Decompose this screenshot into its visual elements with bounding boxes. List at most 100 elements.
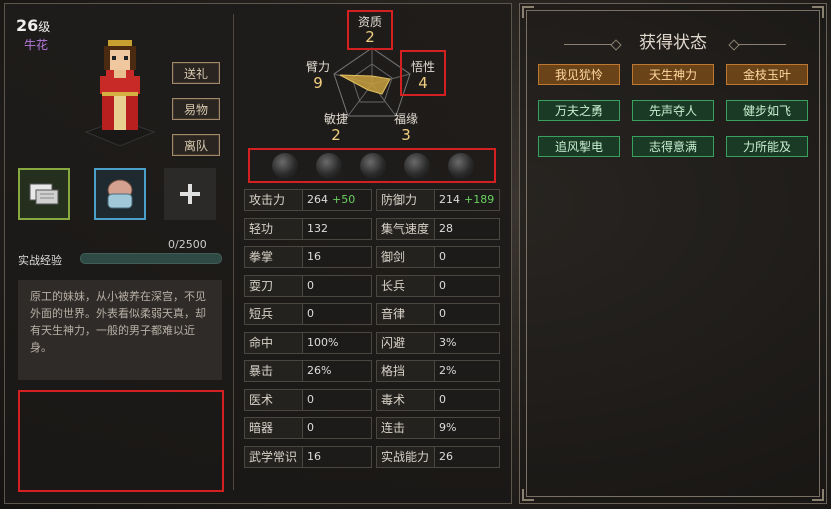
status-tag[interactable]: 力所能及 (726, 136, 808, 157)
empty-highlight-box (18, 390, 224, 492)
stat-row: 武学常识 16 (244, 445, 372, 468)
stat-label: 毒术 (377, 389, 435, 410)
stat-row: 实战能力 26 (376, 445, 500, 468)
attr-value-fuyuan: 3 (401, 126, 411, 144)
stat-number: 0 (307, 421, 314, 434)
stat-value: 3% (439, 333, 456, 353)
stat-value: 0 (439, 276, 446, 296)
stat-row: 长兵 0 (376, 274, 500, 297)
stat-value: 26% (307, 361, 331, 381)
stat-number: 0 (439, 250, 446, 263)
stat-number: 132 (307, 221, 328, 235)
trade-button[interactable]: 易物 (172, 98, 220, 120)
stat-label: 医术 (245, 389, 303, 410)
stat-label: 短兵 (245, 304, 303, 324)
stat-value: 2% (439, 361, 456, 381)
stat-row: 命中 100% (244, 331, 372, 354)
stat-number: 26% (307, 364, 332, 377)
stat-label: 暴击 (245, 361, 303, 381)
stat-label: 音律 (377, 304, 435, 324)
stat-number: 26 (439, 449, 453, 463)
attr-value-minjie: 2 (331, 126, 341, 144)
stat-value: 0 (307, 304, 314, 324)
stat-number: 9% (439, 421, 457, 434)
level-number: 26 (16, 16, 39, 35)
status-tag[interactable]: 志得意满 (632, 136, 714, 157)
stat-number: 3% (439, 335, 457, 349)
stat-label: 攻击力 (245, 190, 303, 210)
stat-label: 闪避 (377, 332, 435, 353)
plus-icon (180, 184, 200, 204)
equipment-slot-1[interactable] (18, 168, 70, 220)
status-tag[interactable]: 健步如飞 (726, 100, 808, 121)
attr-label-liliang: 臂力 (305, 60, 330, 74)
attr-label-minjie: 敏捷 (323, 112, 348, 126)
corner-ornament (522, 489, 534, 501)
stat-row: 集气速度 28 (376, 217, 500, 240)
status-tag[interactable]: 追风掣电 (538, 136, 620, 157)
stat-value: 100% (307, 333, 338, 353)
equipment-slot-2[interactable] (94, 168, 146, 220)
stat-label: 格挡 (377, 361, 435, 381)
stat-row: 连击 9% (376, 417, 500, 439)
stat-label: 耍刀 (245, 275, 303, 296)
stat-value: 264 +50 (307, 190, 355, 210)
stat-number: 16 (307, 250, 321, 263)
stat-number: 0 (439, 278, 446, 292)
stat-row: 拳掌 16 (244, 246, 372, 268)
stat-row: 御剑 0 (376, 246, 500, 268)
stat-row: 暴击 26% (244, 360, 372, 382)
stat-value: 16 (307, 447, 321, 467)
orb-slot-1[interactable] (269, 153, 301, 181)
stat-value: 0 (307, 390, 314, 410)
exp-count: 0/2500 (168, 238, 207, 251)
stat-number: 264 (307, 193, 328, 206)
gift-button[interactable]: 送礼 (172, 62, 220, 84)
exp-label: 实战经验 (18, 254, 62, 267)
stat-label: 长兵 (377, 275, 435, 296)
corner-ornament (522, 6, 534, 18)
attr-value-wuxing: 4 (418, 74, 428, 92)
stat-number: 214 (439, 193, 460, 206)
stat-number: 2% (439, 364, 457, 377)
stat-value: 132 (307, 219, 328, 239)
stat-bonus: +189 (464, 193, 495, 206)
stat-value: 26 (439, 447, 453, 467)
orb-slot-5[interactable] (445, 153, 477, 181)
stat-row: 短兵 0 (244, 303, 372, 325)
status-tag[interactable]: 万夫之勇 (538, 100, 620, 121)
bandage-icon (29, 183, 59, 205)
title-ornament (564, 44, 612, 45)
stat-number: 100% (307, 335, 339, 349)
stat-number: 0 (307, 278, 314, 292)
stat-row: 攻击力 264 +50 (244, 189, 372, 211)
status-tag[interactable]: 金枝玉叶 (726, 64, 808, 85)
status-tag[interactable]: 我见犹怜 (538, 64, 620, 85)
vertical-divider (233, 14, 234, 490)
skill-orb-row (248, 148, 496, 183)
stat-row: 暗器 0 (244, 417, 372, 439)
orb-slot-3[interactable] (357, 153, 389, 181)
stat-label: 防御力 (377, 190, 435, 210)
stat-value: 0 (439, 390, 446, 410)
stat-label: 命中 (245, 332, 303, 353)
stat-label: 连击 (377, 418, 435, 438)
status-tag[interactable]: 天生神力 (632, 64, 714, 85)
stat-number: 0 (307, 307, 314, 320)
stat-value: 28 (439, 219, 453, 239)
character-name: 牛花 (24, 38, 49, 52)
add-slot[interactable] (164, 168, 216, 220)
bag-icon (107, 179, 133, 209)
exp-progress-bar (80, 253, 222, 264)
status-title: 获得状态 (639, 33, 707, 53)
status-tag[interactable]: 先声夺人 (632, 100, 714, 121)
stat-row: 耍刀 0 (244, 274, 372, 297)
stat-row: 闪避 3% (376, 331, 500, 354)
orb-slot-4[interactable] (401, 153, 433, 181)
stat-bonus: +50 (332, 193, 356, 206)
leave-party-button[interactable]: 离队 (172, 134, 220, 156)
status-panel: 获得状态 我见犹怜 天生神力 金枝玉叶万夫之勇 先声夺人 健步如飞追风掣电 志得意满 力所能… (519, 3, 827, 504)
orb-slot-2[interactable] (313, 153, 345, 181)
stat-label: 暗器 (245, 418, 303, 438)
stat-value: 9% (439, 418, 456, 438)
